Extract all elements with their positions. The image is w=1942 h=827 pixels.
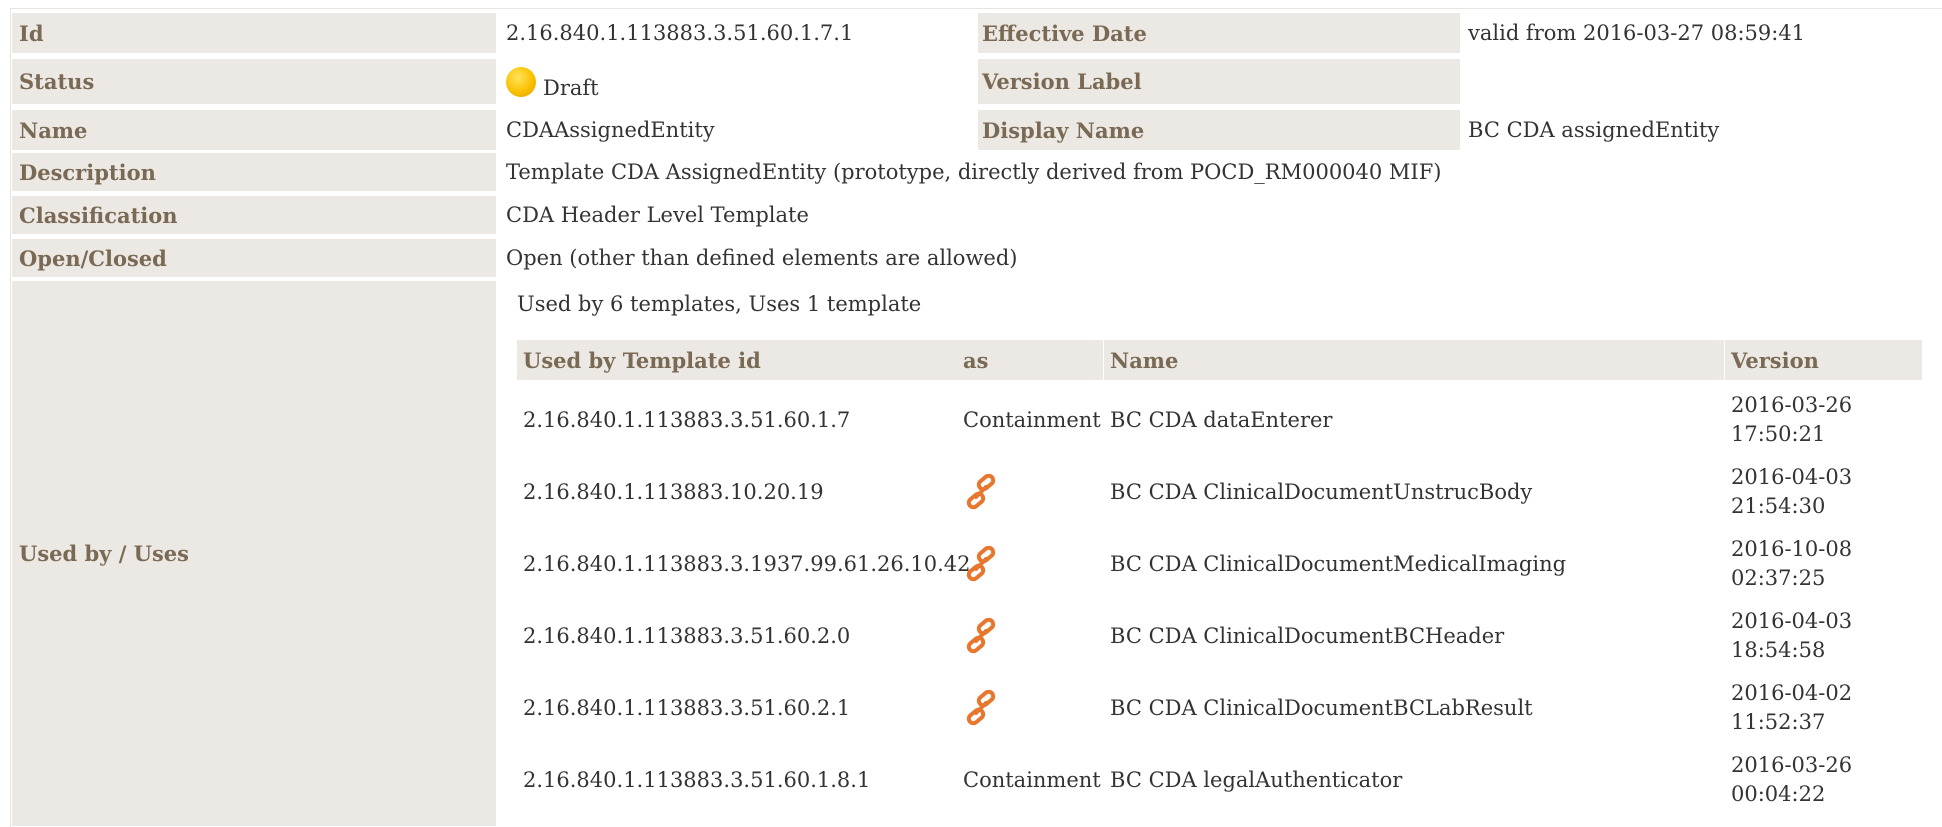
row-version-date: 2016-04-02 xyxy=(1731,681,1853,705)
row-version-time: 18:54:58 xyxy=(1731,638,1826,662)
row-name: BC CDA legalAuthenticator xyxy=(1110,768,1403,792)
row-template-id[interactable]: 2.16.840.1.113883.3.1937.99.61.26.10.42 xyxy=(523,528,971,600)
row-as xyxy=(963,528,1103,600)
used-by-uses-label: Used by / Uses xyxy=(12,281,496,826)
row-as: Containment xyxy=(963,768,1101,792)
id-value: 2.16.840.1.113883.3.51.60.1.7.1 xyxy=(506,21,854,45)
link-icon[interactable] xyxy=(963,545,999,582)
classification-label: Classification xyxy=(12,196,496,234)
id-label: Id xyxy=(12,13,496,53)
row-as: Containment xyxy=(963,408,1101,432)
open-closed-label: Open/Closed xyxy=(12,239,496,277)
row-name: BC CDA ClinicalDocumentBCHeader xyxy=(1110,624,1505,648)
link-icon[interactable] xyxy=(963,689,999,726)
row-version: 2016-04-02 11:52:37 xyxy=(1731,672,1922,744)
row-version-date: 2016-10-08 xyxy=(1731,537,1853,561)
effective-date-value: valid from 2016-03-27 08:59:41 xyxy=(1468,21,1806,45)
row-name: BC CDA ClinicalDocumentBCLabResult xyxy=(1110,696,1533,720)
status-value: Draft xyxy=(506,59,599,109)
draft-status-dot-icon xyxy=(506,67,536,97)
row-version-time: 11:52:37 xyxy=(1731,710,1826,734)
row-name: BC CDA dataEnterer xyxy=(1110,408,1333,432)
description-label: Description xyxy=(12,153,496,191)
header-version: Version xyxy=(1725,340,1922,380)
row-template-id[interactable]: 2.16.840.1.113883.3.51.60.2.1 xyxy=(523,672,957,744)
description-value: Template CDA AssignedEntity (prototype, … xyxy=(506,160,1442,184)
open-closed-value: Open (other than defined elements are al… xyxy=(506,246,1018,270)
row-version-date: 2016-04-03 xyxy=(1731,609,1853,633)
status-label: Status xyxy=(12,59,496,104)
display-name-label: Display Name xyxy=(978,110,1460,150)
row-version: 2016-10-08 02:37:25 xyxy=(1731,528,1922,600)
header-template-id: Used by Template id xyxy=(517,340,957,380)
version-label-label: Version Label xyxy=(978,59,1460,104)
row-version: 2016-03-26 00:04:22 xyxy=(1731,744,1922,816)
row-template-id[interactable]: 2.16.840.1.113883.3.51.60.1.7 xyxy=(523,384,957,456)
name-value: CDAAssignedEntity xyxy=(506,118,715,142)
row-version-time: 21:54:30 xyxy=(1731,494,1826,518)
link-icon[interactable] xyxy=(963,473,999,510)
header-name: Name xyxy=(1104,340,1724,380)
row-version-time: 17:50:21 xyxy=(1731,422,1826,446)
classification-value: CDA Header Level Template xyxy=(506,203,809,227)
row-name: BC CDA ClinicalDocumentMedicalImaging xyxy=(1110,552,1567,576)
status-text: Draft xyxy=(543,76,599,100)
row-name: BC CDA ClinicalDocumentUnstrucBody xyxy=(1110,480,1533,504)
display-name-value: BC CDA assignedEntity xyxy=(1468,118,1720,142)
row-version: 2016-03-26 17:50:21 xyxy=(1731,384,1922,456)
row-version-time: 02:37:25 xyxy=(1731,566,1826,590)
row-version-date: 2016-04-03 xyxy=(1731,465,1853,489)
link-icon[interactable] xyxy=(963,617,999,654)
row-as xyxy=(963,600,1103,672)
effective-date-label: Effective Date xyxy=(978,13,1460,53)
header-as: as xyxy=(957,340,1103,380)
row-as xyxy=(963,672,1103,744)
name-label: Name xyxy=(12,110,496,150)
row-version: 2016-04-03 18:54:58 xyxy=(1731,600,1922,672)
row-template-id[interactable]: 2.16.840.1.113883.3.51.60.2.0 xyxy=(523,600,957,672)
row-version-time: 00:04:22 xyxy=(1731,782,1826,806)
used-by-summary: Used by 6 templates, Uses 1 template xyxy=(517,292,922,316)
row-template-id[interactable]: 2.16.840.1.113883.10.20.19 xyxy=(523,456,957,528)
row-version-date: 2016-03-26 xyxy=(1731,393,1853,417)
row-template-id[interactable]: 2.16.840.1.113883.3.51.60.1.8.1 xyxy=(523,744,957,816)
row-version-date: 2016-03-26 xyxy=(1731,753,1853,777)
row-version: 2016-04-03 21:54:30 xyxy=(1731,456,1922,528)
row-as xyxy=(963,456,1103,528)
